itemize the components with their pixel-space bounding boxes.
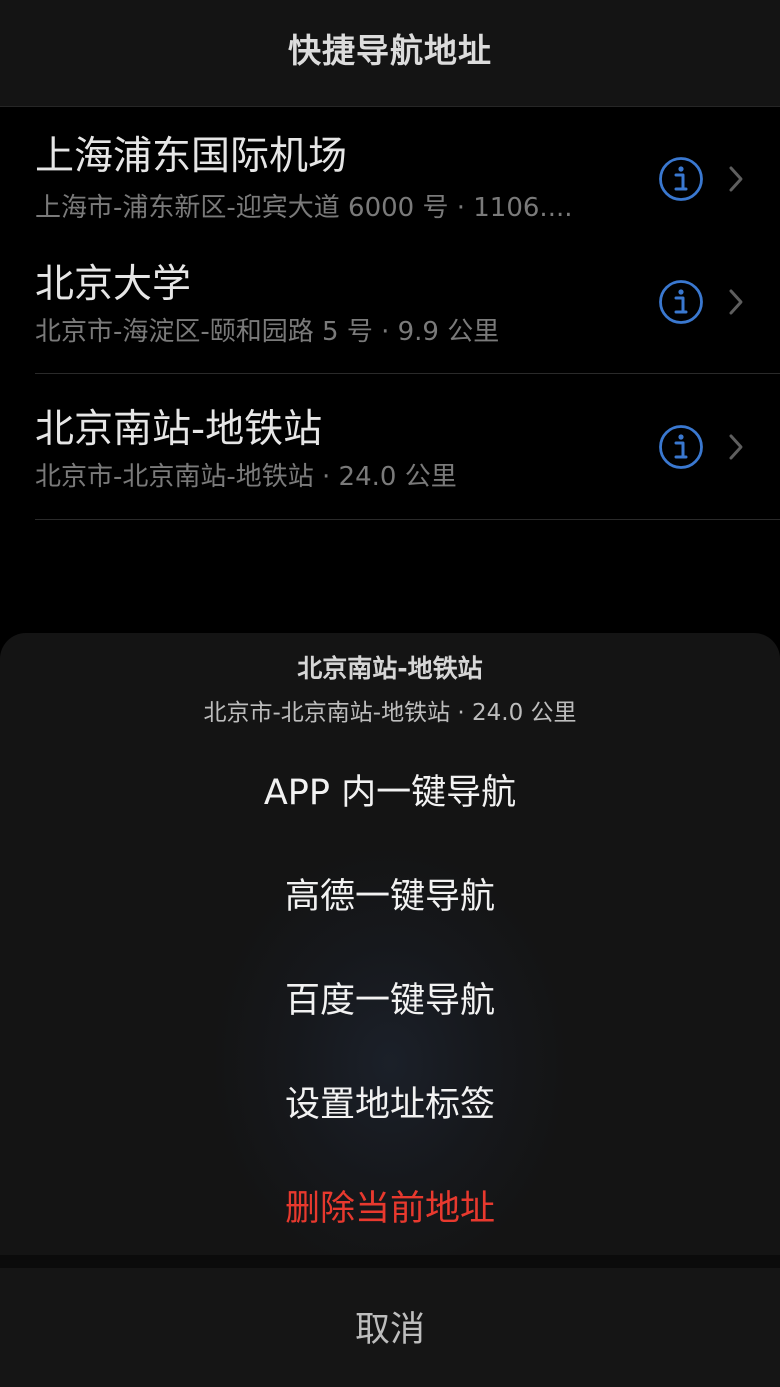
cancel-label: 取消	[354, 1310, 425, 1350]
address-row-pudong-airport[interactable]: 上海浦东国际机场 上海市-浦东新区-迎宾大道 6000 号 · 1106....	[0, 107, 780, 229]
address-name: 北京大学	[35, 262, 192, 307]
sheet-title: 北京南站-地铁站	[297, 654, 483, 683]
address-detail: 上海市-浦东新区-迎宾大道 6000 号 · 1106....	[35, 193, 573, 223]
info-icon[interactable]	[658, 424, 704, 470]
set-address-label-button[interactable]: 设置地址标签	[0, 1051, 780, 1151]
info-icon[interactable]	[658, 279, 704, 325]
in-app-navigation-button[interactable]: APP 内一键导航	[0, 739, 780, 839]
delete-address-button[interactable]: 删除当前地址	[0, 1155, 780, 1255]
cancel-button[interactable]: 取消	[0, 1268, 780, 1387]
address-detail: 北京市-海淀区-颐和园路 5 号 · 9.9 公里	[35, 317, 500, 347]
nav-bar: 快捷导航地址	[0, 0, 780, 107]
action-sheet: 北京南站-地铁站 北京市-北京南站-地铁站 · 24.0 公里 APP 内一键导…	[0, 633, 780, 1255]
sheet-separator	[0, 1255, 780, 1268]
address-name: 上海浦东国际机场	[35, 134, 348, 179]
chevron-right-icon	[729, 166, 743, 192]
chevron-right-icon	[729, 289, 743, 315]
row-divider	[35, 519, 780, 520]
chevron-right-icon	[729, 434, 743, 460]
address-detail: 北京市-北京南站-地铁站 · 24.0 公里	[35, 462, 457, 492]
address-row-peking-university[interactable]: 北京大学 北京市-海淀区-颐和园路 5 号 · 9.9 公里	[0, 229, 780, 373]
address-row-beijing-south-station[interactable]: 北京南站-地铁站 北京市-北京南站-地铁站 · 24.0 公里	[0, 374, 780, 519]
sheet-subtitle: 北京市-北京南站-地铁站 · 24.0 公里	[203, 700, 577, 726]
baidu-navigation-button[interactable]: 百度一键导航	[0, 947, 780, 1047]
info-icon[interactable]	[658, 156, 704, 202]
amap-navigation-button[interactable]: 高德一键导航	[0, 843, 780, 943]
address-name: 北京南站-地铁站	[35, 407, 323, 452]
page-title: 快捷导航地址	[288, 31, 492, 70]
